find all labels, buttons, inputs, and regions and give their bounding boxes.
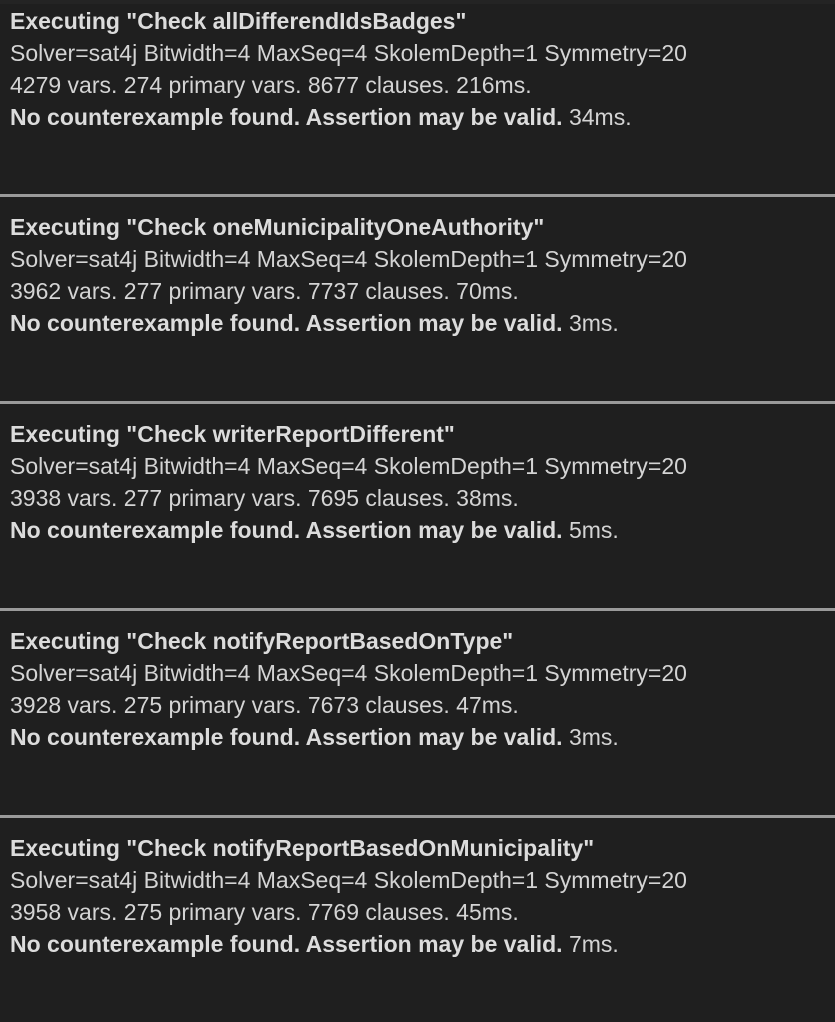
- result-message[interactable]: No counterexample found. Assertion may b…: [10, 104, 563, 130]
- run-block: Executing "Check allDifferendIdsBadges" …: [0, 4, 835, 194]
- solver-config-line: Solver=sat4j Bitwidth=4 MaxSeq=4 SkolemD…: [10, 453, 687, 479]
- result-line: No counterexample found. Assertion may b…: [10, 721, 835, 753]
- run-title: Executing "Check notifyReportBasedOnMuni…: [10, 835, 595, 861]
- run-title: Executing "Check allDifferendIdsBadges": [10, 8, 467, 34]
- run-block: Executing "Check notifyReportBasedOnType…: [0, 625, 835, 815]
- stats-line: 3938 vars. 277 primary vars. 7695 clause…: [10, 485, 519, 511]
- run-block: Executing "Check writerReportDifferent" …: [0, 418, 835, 608]
- run-title: Executing "Check writerReportDifferent": [10, 421, 455, 447]
- result-line: No counterexample found. Assertion may b…: [10, 928, 835, 960]
- result-message[interactable]: No counterexample found. Assertion may b…: [10, 931, 563, 957]
- result-time: 7ms.: [562, 931, 619, 957]
- stats-line: 4279 vars. 274 primary vars. 8677 clause…: [10, 72, 532, 98]
- run-block: Executing "Check notifyReportBasedOnMuni…: [0, 832, 835, 1022]
- result-time: 5ms.: [562, 517, 619, 543]
- stats-line: 3958 vars. 275 primary vars. 7769 clause…: [10, 899, 519, 925]
- result-message[interactable]: No counterexample found. Assertion may b…: [10, 517, 563, 543]
- solver-config-line: Solver=sat4j Bitwidth=4 MaxSeq=4 SkolemD…: [10, 246, 687, 272]
- solver-config-line: Solver=sat4j Bitwidth=4 MaxSeq=4 SkolemD…: [10, 660, 687, 686]
- result-message[interactable]: No counterexample found. Assertion may b…: [10, 724, 563, 750]
- result-time: 3ms.: [562, 724, 619, 750]
- result-line: No counterexample found. Assertion may b…: [10, 101, 835, 133]
- stats-line: 3962 vars. 277 primary vars. 7737 clause…: [10, 278, 519, 304]
- stats-line: 3928 vars. 275 primary vars. 7673 clause…: [10, 692, 519, 718]
- run-title: Executing "Check notifyReportBasedOnType…: [10, 628, 514, 654]
- solver-config-line: Solver=sat4j Bitwidth=4 MaxSeq=4 SkolemD…: [10, 40, 687, 66]
- solver-config-line: Solver=sat4j Bitwidth=4 MaxSeq=4 SkolemD…: [10, 867, 687, 893]
- result-time: 34ms.: [562, 104, 632, 130]
- run-block: Executing "Check oneMunicipalityOneAutho…: [0, 211, 835, 401]
- result-line: No counterexample found. Assertion may b…: [10, 307, 835, 339]
- result-line: No counterexample found. Assertion may b…: [10, 514, 835, 546]
- run-title: Executing "Check oneMunicipalityOneAutho…: [10, 214, 545, 240]
- result-time: 3ms.: [562, 310, 619, 336]
- alloy-output-log: Executing "Check allDifferendIdsBadges" …: [0, 4, 835, 1022]
- result-message[interactable]: No counterexample found. Assertion may b…: [10, 310, 563, 336]
